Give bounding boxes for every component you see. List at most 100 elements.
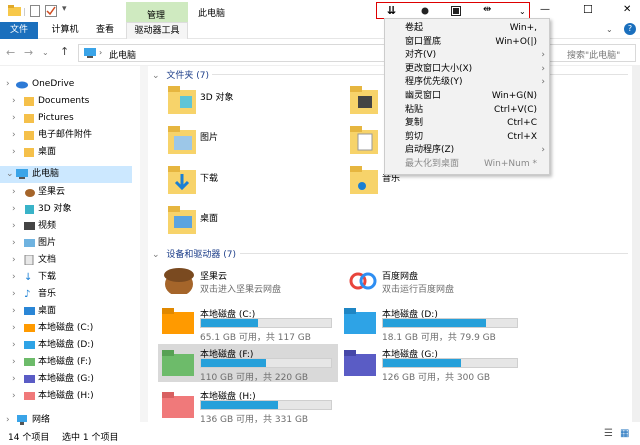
back-arrow-icon[interactable]: ←	[6, 46, 15, 59]
chevron-right-icon[interactable]: ›	[12, 354, 16, 371]
chevron-right-icon[interactable]: ›	[12, 286, 16, 303]
menu-item-cut[interactable]: 剪切 Ctrl+X	[385, 131, 549, 145]
nav-item-onedrive[interactable]: › OneDrive	[0, 76, 140, 93]
chevron-down-icon[interactable]: ⌄	[6, 166, 14, 183]
nav-item-pictures[interactable]: › Pictures	[0, 110, 140, 127]
chevron-right-icon[interactable]: ›	[12, 201, 16, 218]
tab-file[interactable]: 文件	[0, 22, 38, 39]
menu-item-paste[interactable]: 粘贴 Ctrl+V(C)	[385, 104, 549, 118]
tab-drive-tools[interactable]: 驱动器工具	[126, 22, 188, 39]
nav-item-music[interactable]: › ♪ 音乐	[0, 286, 140, 303]
nut-icon	[25, 189, 35, 197]
drive-capacity: 136 GB 可用，共 331 GB	[200, 415, 309, 425]
nav-item-email-attachments[interactable]: › 电子邮件附件	[0, 127, 140, 144]
nav-item-label: 本地磁盘 (F:)	[38, 357, 92, 367]
pin-icon[interactable]	[420, 6, 430, 16]
breadcrumb[interactable]: 此电脑	[109, 48, 136, 61]
drive-c-icon	[24, 324, 35, 332]
menu-item-resize[interactable]: 更改窗口大小(X) ›	[385, 63, 549, 77]
chevron-right-icon[interactable]: ›	[12, 320, 16, 337]
nav-item-documents-pc[interactable]: › 文档	[0, 252, 140, 269]
nav-item-desktop-onedrive[interactable]: › 桌面	[0, 144, 140, 161]
nav-item-drive-d[interactable]: › 本地磁盘 (D:)	[0, 337, 140, 354]
menu-item-copy[interactable]: 复制 Ctrl+C	[385, 117, 549, 131]
nav-item-drive-f[interactable]: › 本地磁盘 (F:)	[0, 354, 140, 371]
nav-item-this-pc[interactable]: ⌄ 此电脑	[0, 166, 132, 183]
drive-f[interactable]: 本地磁盘 (F:) 110 GB 可用，共 220 GB	[158, 344, 338, 383]
drive-usage-fill	[383, 319, 487, 327]
minimize-button[interactable]: —	[540, 4, 550, 15]
chevron-down-icon[interactable]: ⌄	[152, 71, 160, 81]
chevron-right-icon[interactable]: ›	[12, 303, 16, 320]
chevron-right-icon[interactable]: ›	[12, 218, 16, 235]
customize-toolbar-icon[interactable]: ▾	[62, 4, 67, 14]
nav-item-jianguoyun[interactable]: › 坚果云	[0, 184, 140, 201]
nav-item-drive-h[interactable]: › 本地磁盘 (H:)	[0, 388, 140, 405]
nav-item-label: 音乐	[38, 289, 57, 299]
chevron-right-icon[interactable]: ›	[12, 235, 16, 252]
chevron-right-icon[interactable]: ›	[12, 388, 16, 405]
details-view-icon[interactable]: ☰	[604, 428, 613, 439]
manage-context-tab[interactable]: 管理	[126, 2, 188, 22]
menu-item-align[interactable]: 对齐(V) ›	[385, 49, 549, 63]
tab-computer[interactable]: 计算机	[44, 22, 86, 39]
menu-item-launch-program[interactable]: 启动程序(Z) ›	[385, 144, 549, 158]
maximize-button[interactable]: ☐	[583, 3, 593, 16]
properties-icon[interactable]	[30, 5, 40, 17]
rollup-icon[interactable]: ⇊	[387, 4, 396, 17]
menu-item-label: 剪切	[405, 131, 424, 142]
chevron-right-icon[interactable]: ›	[12, 269, 16, 286]
chevron-right-icon[interactable]: ›	[12, 127, 16, 144]
desktop-icon	[24, 307, 35, 315]
chevron-down-icon[interactable]: ⌄	[152, 250, 160, 260]
nav-item-desktop-pc[interactable]: › 桌面	[0, 303, 140, 320]
chevron-right-icon[interactable]: ›	[12, 184, 16, 201]
content-scrollbar[interactable]	[632, 66, 640, 422]
large-icons-view-icon[interactable]: ▦	[620, 428, 629, 439]
chevron-right-icon[interactable]: ›	[12, 144, 16, 161]
move-icon[interactable]: ⇹	[483, 4, 491, 15]
nav-item-pictures-pc[interactable]: › 图片	[0, 235, 140, 252]
forward-arrow-icon[interactable]: →	[24, 46, 33, 59]
chevron-right-icon[interactable]: ›	[12, 371, 16, 388]
chevron-right-icon[interactable]: ›	[12, 252, 16, 269]
close-button[interactable]: ✕	[623, 4, 631, 15]
tab-view[interactable]: 查看	[88, 22, 122, 39]
chevron-right-icon[interactable]: ›	[12, 110, 16, 127]
manage-tab-label: 管理	[147, 11, 166, 21]
checkbox-icon[interactable]	[45, 5, 57, 17]
transparent-icon[interactable]	[451, 6, 461, 16]
menu-item-send-to-bottom[interactable]: 窗口置底 Win+O(|)	[385, 36, 549, 50]
search-input[interactable]: 搜索"此电脑"	[567, 48, 620, 61]
chevron-right-icon: ›	[541, 63, 545, 74]
nav-item-documents[interactable]: › Documents	[0, 93, 140, 110]
window-context-menu: 卷起 Win+, 窗口置底 Win+O(|) 对齐(V) › 更改窗口大小(X) › 程…	[384, 18, 550, 175]
drive-usage-fill	[201, 401, 278, 409]
drive-usage-bar	[200, 358, 332, 368]
nav-item-drive-g[interactable]: › 本地磁盘 (G:)	[0, 371, 140, 388]
folder-video-icon	[350, 86, 378, 114]
nav-scrollbar[interactable]	[140, 66, 148, 422]
menu-item-ghost-window[interactable]: 幽灵窗口 Win+G(N)	[385, 90, 549, 104]
menu-item-rollup[interactable]: 卷起 Win+,	[385, 22, 549, 36]
menu-item-priority[interactable]: 程序优先级(Y) ›	[385, 76, 549, 90]
ribbon-expand-icon[interactable]: ⌄	[606, 25, 613, 34]
tab-file-label: 文件	[9, 25, 28, 35]
folder-label: 图片	[200, 133, 219, 143]
nav-item-drive-c[interactable]: › 本地磁盘 (C:)	[0, 320, 140, 337]
nav-item-downloads[interactable]: › ↓ 下载	[0, 269, 140, 286]
nav-item-videos[interactable]: › 视频	[0, 218, 140, 235]
drives-header[interactable]: ⌄ 设备和驱动器 (7)	[152, 247, 628, 260]
cloud-icon	[16, 81, 28, 89]
more-icon[interactable]: ⌄	[519, 7, 526, 16]
recent-dropdown-icon[interactable]: ⌄	[42, 48, 49, 57]
chevron-right-icon[interactable]: ›	[12, 93, 16, 110]
chevron-right-icon[interactable]: ›	[12, 337, 16, 354]
nav-item-3d-objects[interactable]: › 3D 对象	[0, 201, 140, 218]
nav-item-label: 视频	[38, 221, 57, 231]
menu-item-shortcut: Ctrl+X	[507, 131, 537, 142]
up-arrow-icon[interactable]: ↑	[60, 45, 69, 58]
help-icon[interactable]: ?	[624, 23, 636, 35]
menu-item-label: 程序优先级(Y)	[405, 77, 463, 88]
chevron-right-icon[interactable]: ›	[6, 76, 10, 93]
